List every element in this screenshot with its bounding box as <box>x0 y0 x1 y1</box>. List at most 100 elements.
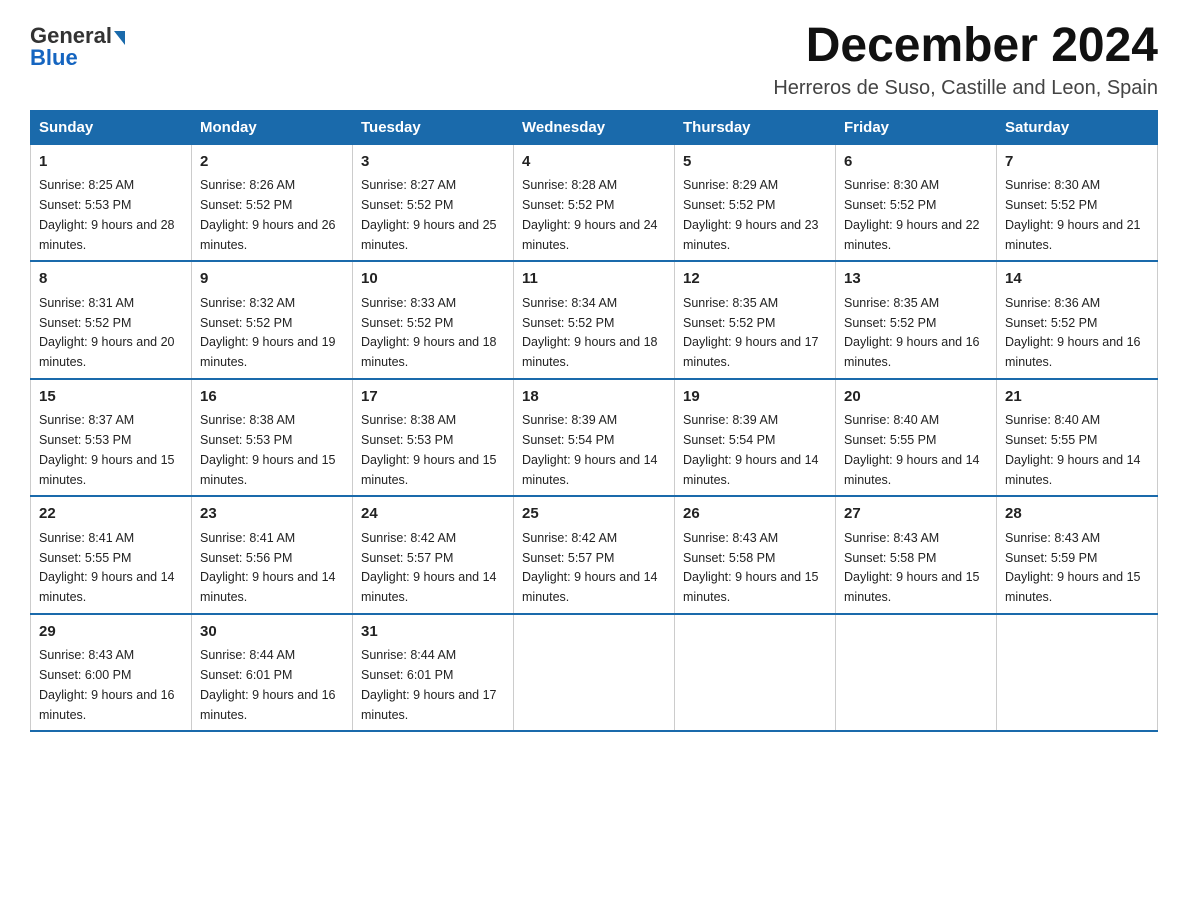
day-info: Sunrise: 8:43 AMSunset: 5:58 PMDaylight:… <box>683 531 819 604</box>
calendar-cell: 15 Sunrise: 8:37 AMSunset: 5:53 PMDayligh… <box>31 379 192 497</box>
calendar-cell: 17 Sunrise: 8:38 AMSunset: 5:53 PMDayligh… <box>353 379 514 497</box>
title-block: December 2024 Herreros de Suso, Castille… <box>773 20 1158 100</box>
header: General Blue December 2024 Herreros de S… <box>30 20 1158 100</box>
day-info: Sunrise: 8:40 AMSunset: 5:55 PMDaylight:… <box>844 413 980 486</box>
day-info: Sunrise: 8:38 AMSunset: 5:53 PMDaylight:… <box>200 413 336 486</box>
day-info: Sunrise: 8:34 AMSunset: 5:52 PMDaylight:… <box>522 296 658 369</box>
day-info: Sunrise: 8:43 AMSunset: 5:58 PMDaylight:… <box>844 531 980 604</box>
calendar-cell: 21Sunrise: 8:40 AMSunset: 5:55 PMDayligh… <box>997 379 1158 497</box>
day-number: 24 <box>361 503 505 526</box>
calendar-week-row: 15 Sunrise: 8:37 AMSunset: 5:53 PMDayligh… <box>31 379 1158 497</box>
calendar-cell: 11 Sunrise: 8:34 AMSunset: 5:52 PMDayligh… <box>514 261 675 379</box>
weekday-header-friday: Friday <box>836 110 997 144</box>
day-number: 30 <box>200 621 344 644</box>
calendar-cell: 24 Sunrise: 8:42 AMSunset: 5:57 PMDayligh… <box>353 496 514 614</box>
day-info: Sunrise: 8:33 AMSunset: 5:52 PMDaylight:… <box>361 296 497 369</box>
day-number: 7 <box>1005 151 1149 174</box>
day-info: Sunrise: 8:41 AMSunset: 5:55 PMDaylight:… <box>39 531 175 604</box>
day-info: Sunrise: 8:44 AMSunset: 6:01 PMDaylight:… <box>200 648 336 721</box>
logo-general: General <box>30 25 112 47</box>
day-number: 31 <box>361 621 505 644</box>
day-info: Sunrise: 8:39 AMSunset: 5:54 PMDaylight:… <box>522 413 658 486</box>
day-number: 2 <box>200 151 344 174</box>
day-number: 29 <box>39 621 183 644</box>
day-info: Sunrise: 8:25 AMSunset: 5:53 PMDaylight:… <box>39 178 175 251</box>
day-number: 9 <box>200 268 344 291</box>
calendar-cell: 18 Sunrise: 8:39 AMSunset: 5:54 PMDayligh… <box>514 379 675 497</box>
day-info: Sunrise: 8:43 AMSunset: 5:59 PMDaylight:… <box>1005 531 1141 604</box>
weekday-header-monday: Monday <box>192 110 353 144</box>
calendar-cell: 6 Sunrise: 8:30 AMSunset: 5:52 PMDaylight… <box>836 144 997 261</box>
logo: General Blue <box>30 25 125 70</box>
day-info: Sunrise: 8:37 AMSunset: 5:53 PMDaylight:… <box>39 413 175 486</box>
day-number: 13 <box>844 268 988 291</box>
day-number: 1 <box>39 151 183 174</box>
day-number: 15 <box>39 386 183 409</box>
calendar-cell: 25Sunrise: 8:42 AMSunset: 5:57 PMDayligh… <box>514 496 675 614</box>
day-info: Sunrise: 8:26 AMSunset: 5:52 PMDaylight:… <box>200 178 336 251</box>
calendar-cell: 30 Sunrise: 8:44 AMSunset: 6:01 PMDayligh… <box>192 614 353 732</box>
day-number: 11 <box>522 268 666 291</box>
day-info: Sunrise: 8:36 AMSunset: 5:52 PMDaylight:… <box>1005 296 1141 369</box>
day-info: Sunrise: 8:32 AMSunset: 5:52 PMDaylight:… <box>200 296 336 369</box>
day-info: Sunrise: 8:35 AMSunset: 5:52 PMDaylight:… <box>683 296 819 369</box>
weekday-header-thursday: Thursday <box>675 110 836 144</box>
weekday-header-tuesday: Tuesday <box>353 110 514 144</box>
calendar-cell: 5 Sunrise: 8:29 AMSunset: 5:52 PMDaylight… <box>675 144 836 261</box>
day-info: Sunrise: 8:41 AMSunset: 5:56 PMDaylight:… <box>200 531 336 604</box>
calendar-week-row: 29 Sunrise: 8:43 AMSunset: 6:00 PMDayligh… <box>31 614 1158 732</box>
day-number: 20 <box>844 386 988 409</box>
calendar-cell: 3 Sunrise: 8:27 AMSunset: 5:52 PMDaylight… <box>353 144 514 261</box>
day-info: Sunrise: 8:35 AMSunset: 5:52 PMDaylight:… <box>844 296 980 369</box>
day-number: 26 <box>683 503 827 526</box>
calendar-cell: 4Sunrise: 8:28 AMSunset: 5:52 PMDaylight… <box>514 144 675 261</box>
day-number: 23 <box>200 503 344 526</box>
day-info: Sunrise: 8:27 AMSunset: 5:52 PMDaylight:… <box>361 178 497 251</box>
calendar-cell: 14Sunrise: 8:36 AMSunset: 5:52 PMDayligh… <box>997 261 1158 379</box>
day-info: Sunrise: 8:42 AMSunset: 5:57 PMDaylight:… <box>361 531 497 604</box>
day-number: 12 <box>683 268 827 291</box>
day-number: 3 <box>361 151 505 174</box>
day-info: Sunrise: 8:28 AMSunset: 5:52 PMDaylight:… <box>522 178 658 251</box>
calendar-cell: 10Sunrise: 8:33 AMSunset: 5:52 PMDayligh… <box>353 261 514 379</box>
day-info: Sunrise: 8:38 AMSunset: 5:53 PMDaylight:… <box>361 413 497 486</box>
calendar-cell: 12 Sunrise: 8:35 AMSunset: 5:52 PMDayligh… <box>675 261 836 379</box>
day-number: 27 <box>844 503 988 526</box>
calendar-cell: 27 Sunrise: 8:43 AMSunset: 5:58 PMDayligh… <box>836 496 997 614</box>
day-info: Sunrise: 8:31 AMSunset: 5:52 PMDaylight:… <box>39 296 175 369</box>
weekday-header-wednesday: Wednesday <box>514 110 675 144</box>
day-number: 17 <box>361 386 505 409</box>
day-number: 28 <box>1005 503 1149 526</box>
logo-blue: Blue <box>30 45 78 70</box>
day-info: Sunrise: 8:29 AMSunset: 5:52 PMDaylight:… <box>683 178 819 251</box>
logo-arrow-icon <box>114 31 125 45</box>
day-number: 21 <box>1005 386 1149 409</box>
calendar-cell: 1 Sunrise: 8:25 AMSunset: 5:53 PMDaylight… <box>31 144 192 261</box>
calendar-table: SundayMondayTuesdayWednesdayThursdayFrid… <box>30 110 1158 733</box>
day-number: 22 <box>39 503 183 526</box>
calendar-cell: 2 Sunrise: 8:26 AMSunset: 5:52 PMDaylight… <box>192 144 353 261</box>
day-number: 25 <box>522 503 666 526</box>
calendar-cell: 28 Sunrise: 8:43 AMSunset: 5:59 PMDayligh… <box>997 496 1158 614</box>
location-subtitle: Herreros de Suso, Castille and Leon, Spa… <box>773 77 1158 100</box>
day-info: Sunrise: 8:30 AMSunset: 5:52 PMDaylight:… <box>844 178 980 251</box>
day-info: Sunrise: 8:30 AMSunset: 5:52 PMDaylight:… <box>1005 178 1141 251</box>
day-number: 16 <box>200 386 344 409</box>
calendar-cell: 7 Sunrise: 8:30 AMSunset: 5:52 PMDaylight… <box>997 144 1158 261</box>
day-number: 8 <box>39 268 183 291</box>
day-number: 18 <box>522 386 666 409</box>
calendar-cell: 31 Sunrise: 8:44 AMSunset: 6:01 PMDayligh… <box>353 614 514 732</box>
day-info: Sunrise: 8:44 AMSunset: 6:01 PMDaylight:… <box>361 648 497 721</box>
calendar-cell: 8 Sunrise: 8:31 AMSunset: 5:52 PMDaylight… <box>31 261 192 379</box>
day-number: 5 <box>683 151 827 174</box>
calendar-cell: 26 Sunrise: 8:43 AMSunset: 5:58 PMDayligh… <box>675 496 836 614</box>
calendar-week-row: 8 Sunrise: 8:31 AMSunset: 5:52 PMDaylight… <box>31 261 1158 379</box>
calendar-week-row: 22 Sunrise: 8:41 AMSunset: 5:55 PMDayligh… <box>31 496 1158 614</box>
calendar-week-row: 1 Sunrise: 8:25 AMSunset: 5:53 PMDaylight… <box>31 144 1158 261</box>
day-info: Sunrise: 8:43 AMSunset: 6:00 PMDaylight:… <box>39 648 175 721</box>
day-number: 19 <box>683 386 827 409</box>
calendar-cell <box>997 614 1158 732</box>
day-info: Sunrise: 8:39 AMSunset: 5:54 PMDaylight:… <box>683 413 819 486</box>
day-number: 6 <box>844 151 988 174</box>
weekday-header-row: SundayMondayTuesdayWednesdayThursdayFrid… <box>31 110 1158 144</box>
